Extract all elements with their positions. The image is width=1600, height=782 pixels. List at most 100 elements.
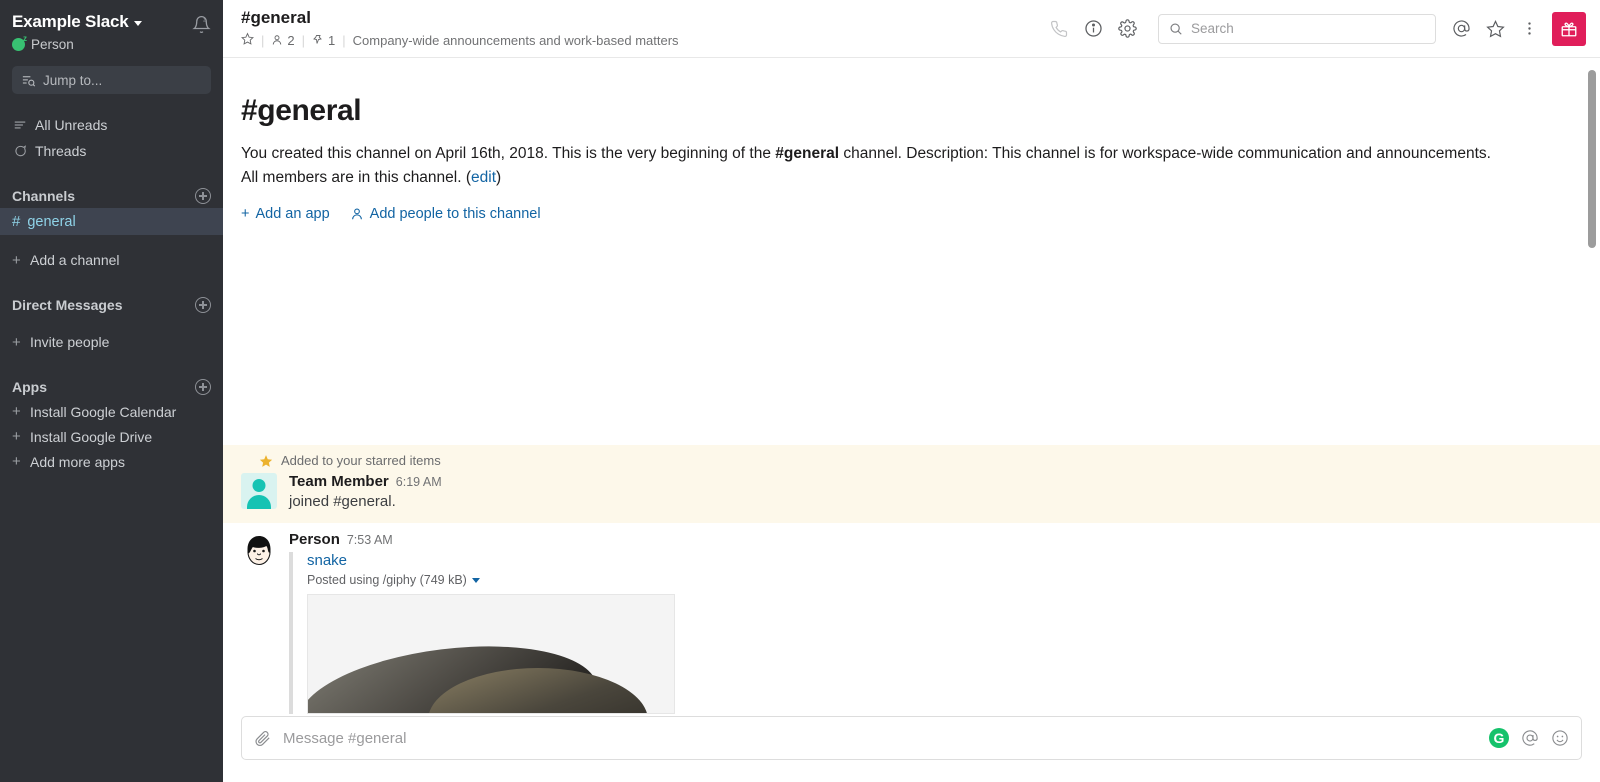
message-timestamp[interactable]: 7:53 AM xyxy=(347,533,393,547)
phone-icon[interactable] xyxy=(1042,12,1076,46)
grammarly-icon[interactable]: G xyxy=(1489,728,1509,748)
page-title: #general xyxy=(241,7,311,27)
invite-people-button[interactable]: + Invite people xyxy=(0,329,223,355)
sidebar-nav: All Unreads Threads xyxy=(0,112,223,164)
search-icon xyxy=(1170,22,1182,35)
message-timestamp[interactable]: 6:19 AM xyxy=(396,475,442,489)
member-count-value: 2 xyxy=(287,32,295,48)
message-author[interactable]: Person xyxy=(289,531,340,548)
sidebar-item-label: All Unreads xyxy=(35,117,108,133)
channel-intro-actions: + Add an app Add people to this channel xyxy=(241,206,1560,222)
user-presence[interactable]: Person xyxy=(12,34,192,52)
edit-link[interactable]: edit xyxy=(471,169,496,186)
plus-icon: + xyxy=(12,251,21,269)
message-attachment: snake Posted using /giphy (749 kB) xyxy=(289,552,1582,714)
pin-count-value: 1 xyxy=(328,32,336,48)
message-author[interactable]: Team Member xyxy=(289,473,389,490)
main-panel: #general | 2 | 1 | Company-wide announce… xyxy=(223,0,1600,782)
user-name: Person xyxy=(31,37,74,52)
header-toolbar: Search xyxy=(1042,11,1586,46)
star-outline-icon[interactable] xyxy=(241,32,254,48)
sidebar-item-install-google-drive[interactable]: + Install Google Drive xyxy=(0,424,223,449)
channel-intro-text: You created this channel on April 16th, … xyxy=(241,142,1511,189)
status-snooze-dot xyxy=(12,34,27,51)
smiley-icon[interactable] xyxy=(1551,729,1569,747)
pin-icon xyxy=(313,35,322,45)
sidebar-item-general[interactable]: # general xyxy=(0,208,223,235)
hash-icon: # xyxy=(12,213,21,230)
workspace-name: Example Slack xyxy=(12,12,129,31)
sidebar-item-add-more-apps[interactable]: + Add more apps xyxy=(0,449,223,474)
channel-meta: | 2 | 1 | Company-wide announcements and… xyxy=(241,32,1042,48)
sidebar-item-all-unreads[interactable]: All Unreads xyxy=(0,112,223,138)
channel-topic[interactable]: Company-wide announcements and work-base… xyxy=(353,33,679,48)
bell-snooze-icon[interactable]: z xyxy=(192,15,211,39)
divider: | xyxy=(301,32,306,48)
plus-icon: + xyxy=(12,453,21,470)
channel-intro-heading: #general xyxy=(241,94,362,127)
message-item: Person 7:53 AM snake Posted using /giphy… xyxy=(223,523,1600,716)
message-input[interactable]: Message #general G xyxy=(241,716,1582,760)
divider: | xyxy=(342,32,346,48)
gear-icon[interactable] xyxy=(1110,12,1144,46)
apps-section-header: Apps xyxy=(0,375,223,399)
gift-icon[interactable] xyxy=(1552,11,1586,46)
invite-people-label: Invite people xyxy=(30,334,110,350)
plus-circle-icon[interactable] xyxy=(195,297,211,313)
app-label: Install Google Drive xyxy=(30,428,153,445)
intro-channel-bold: #general xyxy=(775,145,840,162)
at-icon[interactable] xyxy=(1444,12,1478,46)
plus-circle-icon[interactable] xyxy=(195,188,211,204)
intro-text-1: You created this channel on April 16th, … xyxy=(241,145,776,162)
starred-banner-label: Added to your starred items xyxy=(281,453,441,469)
star-filled-icon xyxy=(259,454,273,467)
starred-items-icon[interactable] xyxy=(1478,12,1512,46)
avatar[interactable] xyxy=(241,531,277,567)
message-list: #general You created this channel on Apr… xyxy=(223,58,1600,716)
apps-section-label: Apps xyxy=(12,379,47,395)
person-add-icon xyxy=(351,208,362,220)
threads-bubble-icon xyxy=(12,144,27,158)
avatar[interactable] xyxy=(241,473,277,510)
sidebar: Example Slack Person z xyxy=(0,0,223,782)
paperclip-icon[interactable] xyxy=(254,730,271,747)
attachment-title[interactable]: snake xyxy=(307,552,1582,569)
add-channel-button[interactable]: + Add a channel xyxy=(0,247,223,273)
workspace-header: Example Slack Person z xyxy=(0,6,223,52)
add-an-app-label: Add an app xyxy=(255,206,330,223)
sidebar-item-install-google-calendar[interactable]: + Install Google Calendar xyxy=(0,399,223,424)
message-text: joined #general. xyxy=(289,493,396,511)
member-count[interactable]: 2 xyxy=(271,32,295,48)
svg-text:z: z xyxy=(203,17,206,23)
sidebar-channel-label: general xyxy=(27,213,76,230)
plus-icon: + xyxy=(12,428,21,445)
kebab-menu-icon[interactable] xyxy=(1512,12,1546,46)
search-input[interactable]: Search xyxy=(1158,13,1436,44)
plus-icon: + xyxy=(241,206,250,223)
jump-to-label: Jump to... xyxy=(43,72,103,88)
jump-to-button[interactable]: Jump to... xyxy=(12,66,211,94)
plus-icon: + xyxy=(12,403,21,420)
scrollbar-thumb[interactable] xyxy=(1588,70,1596,248)
at-icon[interactable] xyxy=(1521,729,1539,747)
sidebar-item-threads[interactable]: Threads xyxy=(0,138,223,164)
dm-section-label: Direct Messages xyxy=(12,297,123,313)
unreads-lines-icon xyxy=(12,118,27,132)
jump-to-icon xyxy=(22,75,36,87)
info-circle-icon[interactable] xyxy=(1076,12,1110,46)
cartoon-face-avatar xyxy=(241,531,277,567)
channel-header: #general | 2 | 1 | Company-wide announce… xyxy=(223,0,1600,58)
chevron-down-icon xyxy=(134,21,143,26)
app-label: Add more apps xyxy=(30,453,125,470)
messages-container: Added to your starred items Team Member … xyxy=(223,445,1600,716)
add-an-app-button[interactable]: + Add an app xyxy=(241,206,330,222)
add-channel-label: Add a channel xyxy=(30,252,120,268)
pin-count[interactable]: 1 xyxy=(312,33,335,48)
workspace-switcher[interactable]: Example Slack xyxy=(12,12,192,32)
dm-section-header: Direct Messages xyxy=(0,293,223,317)
starred-banner: Added to your starred items xyxy=(223,451,1600,471)
add-people-button[interactable]: Add people to this channel xyxy=(350,206,541,222)
plus-circle-icon[interactable] xyxy=(195,379,211,395)
caret-down-icon[interactable] xyxy=(471,577,480,583)
attachment-image[interactable] xyxy=(307,594,675,714)
